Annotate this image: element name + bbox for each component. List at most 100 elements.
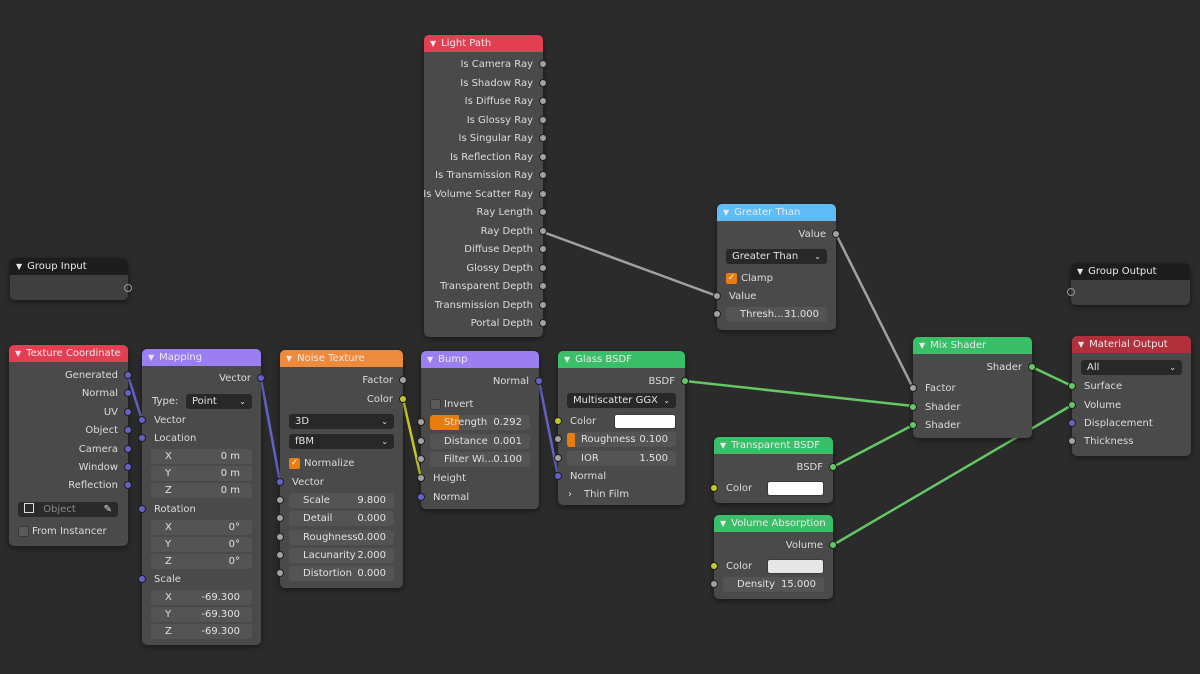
- input-socket[interactable]: [1068, 437, 1076, 445]
- location-0-field[interactable]: X0 m: [151, 449, 252, 464]
- output-socket[interactable]: [124, 371, 132, 379]
- group-output-header[interactable]: ▼ Group Output: [1071, 263, 1190, 280]
- input-socket[interactable]: [276, 514, 284, 523]
- input-socket[interactable]: [713, 292, 721, 300]
- output-socket[interactable]: [539, 282, 547, 290]
- input-socket[interactable]: [1068, 419, 1076, 427]
- group-output-node[interactable]: ▼ Group Output: [1067, 263, 1190, 305]
- output-socket[interactable]: [539, 226, 547, 235]
- thin-film-panel[interactable]: › Thin Film: [558, 486, 685, 503]
- input-socket[interactable]: [417, 474, 425, 482]
- output-socket[interactable]: [124, 426, 132, 435]
- volume-absorption-header[interactable]: ▼ Volume Absorption: [714, 515, 833, 532]
- collapse-chevron-icon[interactable]: ▼: [720, 519, 726, 528]
- clamp-checkbox[interactable]: ✓: [726, 273, 737, 284]
- texture-coordinate-header[interactable]: ▼ Texture Coordinate: [9, 345, 128, 362]
- collapse-chevron-icon[interactable]: ▼: [564, 355, 570, 364]
- input-socket[interactable]: [138, 505, 146, 513]
- strength-slider[interactable]: Strength 0.292: [430, 415, 530, 430]
- from-instancer-checkbox[interactable]: [18, 526, 29, 537]
- output-socket[interactable]: [257, 374, 265, 382]
- output-socket[interactable]: [124, 444, 132, 453]
- output-socket[interactable]: [832, 230, 840, 238]
- color-socket[interactable]: [710, 484, 718, 492]
- group-input-node[interactable]: ▼ Group Input: [10, 258, 132, 300]
- glass-bsdf-header[interactable]: ▼ Glass BSDF: [558, 351, 685, 368]
- light-path-header[interactable]: ▼ Light Path: [424, 35, 543, 52]
- color-socket[interactable]: [554, 417, 562, 425]
- greater-than-header[interactable]: ▼ Greater Than: [717, 204, 836, 221]
- collapse-chevron-icon[interactable]: ▼: [1078, 340, 1084, 349]
- input-socket[interactable]: [276, 496, 284, 504]
- collapse-chevron-icon[interactable]: ▼: [430, 39, 436, 48]
- noise-type-dropdown[interactable]: fBM ⌄: [289, 434, 394, 449]
- collapse-chevron-icon[interactable]: ▼: [427, 355, 433, 364]
- output-socket[interactable]: [539, 171, 547, 179]
- collapse-chevron-icon[interactable]: ▼: [723, 208, 729, 217]
- output-socket[interactable]: [681, 377, 689, 385]
- collapse-chevron-icon[interactable]: ▼: [1077, 267, 1083, 276]
- mix-shader-node[interactable]: ▼ Mix Shader Shader Factor Shader Shader: [909, 337, 1036, 438]
- bump-header[interactable]: ▼ Bump: [421, 351, 539, 368]
- color-swatch[interactable]: [614, 414, 676, 429]
- output-socket[interactable]: [399, 376, 407, 384]
- output-socket[interactable]: [539, 208, 547, 216]
- color-swatch[interactable]: [767, 559, 824, 574]
- noise-texture-header[interactable]: ▼ Noise Texture: [280, 350, 403, 367]
- transparent-bsdf-header[interactable]: ▼ Transparent BSDF: [714, 437, 833, 454]
- input-socket[interactable]: [138, 416, 146, 424]
- input-socket[interactable]: [554, 472, 562, 480]
- scale-0-field[interactable]: X -69.300: [151, 590, 252, 605]
- mix-shader-header[interactable]: ▼ Mix Shader: [913, 337, 1032, 354]
- distribution-dropdown[interactable]: Multiscatter GGX ⌄: [567, 393, 676, 408]
- output-socket[interactable]: [124, 481, 132, 490]
- mapping-header[interactable]: ▼ Mapping: [142, 349, 261, 366]
- output-socket[interactable]: [539, 245, 547, 253]
- scale-1-field[interactable]: Y -69.300: [151, 607, 252, 622]
- noise-texture-node[interactable]: ▼ Noise Texture Factor Color 3D ⌄ fBM ⌄ …: [276, 350, 407, 588]
- input-socket[interactable]: [138, 434, 146, 442]
- output-socket[interactable]: [539, 78, 547, 87]
- bump-node[interactable]: ▼ Bump Normal Invert Strength 0.292 Dist…: [417, 351, 543, 509]
- output-socket[interactable]: [539, 319, 547, 327]
- output-socket[interactable]: [829, 463, 837, 471]
- input-socket[interactable]: [1068, 382, 1076, 390]
- noise-param-field[interactable]: Distortion 0.000: [289, 566, 394, 582]
- volume-absorption-node[interactable]: ▼ Volume Absorption Volume Color Density…: [710, 515, 837, 599]
- empty-output-socket[interactable]: [124, 284, 132, 292]
- material-output-node[interactable]: ▼ Material Output All ⌄ Surface Volume D…: [1068, 336, 1191, 456]
- strength-socket[interactable]: [417, 418, 425, 426]
- density-field[interactable]: Density 15.000: [723, 577, 824, 592]
- noise-param-field[interactable]: Scale 9.800: [289, 493, 394, 508]
- output-socket[interactable]: [539, 263, 547, 272]
- empty-input-socket[interactable]: [1067, 288, 1075, 296]
- filter-width-field[interactable]: Filter Wi... 0.100: [430, 452, 530, 467]
- light-path-node[interactable]: ▼ Light Path Is Camera Ray Is Shadow Ray I…: [423, 35, 547, 337]
- input-socket[interactable]: [138, 575, 146, 583]
- rotation-1-field[interactable]: Y 0°: [151, 537, 252, 552]
- object-picker[interactable]: Object ✎: [18, 502, 118, 517]
- output-socket[interactable]: [539, 300, 547, 309]
- roughness-slider[interactable]: Roughness 0.100: [567, 432, 676, 447]
- distance-field[interactable]: Distance 0.001: [430, 434, 530, 449]
- filter-width-socket[interactable]: [417, 455, 425, 463]
- input-socket[interactable]: [276, 532, 284, 541]
- glass-bsdf-node[interactable]: ▼ Glass BSDF BSDF Multiscatter GGX ⌄ Col…: [554, 351, 689, 505]
- input-socket[interactable]: [909, 384, 917, 392]
- threshold-socket[interactable]: [713, 310, 721, 318]
- noise-param-field[interactable]: Detail 0.000: [289, 511, 394, 527]
- roughness-socket[interactable]: [554, 435, 562, 443]
- collapse-chevron-icon[interactable]: ▼: [919, 341, 925, 350]
- target-dropdown[interactable]: All ⌄: [1081, 360, 1182, 375]
- normalize-checkbox[interactable]: ✓: [289, 458, 300, 469]
- threshold-field[interactable]: Thresh... 31.000: [726, 307, 827, 322]
- input-socket[interactable]: [276, 550, 284, 559]
- density-socket[interactable]: [710, 580, 718, 588]
- output-socket[interactable]: [829, 541, 837, 549]
- eyedropper-icon[interactable]: ✎: [104, 502, 112, 517]
- mapping-node[interactable]: ▼ Mapping Vector Type: Point ⌄ Vector Lo…: [138, 349, 265, 645]
- output-socket[interactable]: [539, 60, 547, 68]
- location-1-field[interactable]: Y0 m: [151, 466, 252, 481]
- input-socket[interactable]: [417, 493, 425, 501]
- ior-field[interactable]: IOR 1.500: [567, 451, 676, 466]
